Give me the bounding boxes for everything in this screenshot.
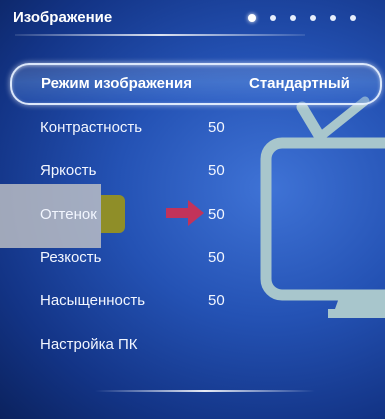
tv-icon xyxy=(260,96,385,318)
highlight-tab xyxy=(101,195,125,233)
sharpness-label: Резкость xyxy=(40,249,102,266)
page-dot-2[interactable] xyxy=(270,15,276,21)
brightness-value: 50 xyxy=(208,162,225,179)
brightness-label: Яркость xyxy=(40,162,97,179)
header: Изображение xyxy=(0,0,385,40)
menu-item-picture-mode[interactable]: Режим изображения Стандартный xyxy=(10,63,382,105)
pc-settings-label: Настройка ПК xyxy=(40,336,138,353)
page-title: Изображение xyxy=(13,9,113,26)
bottom-divider xyxy=(95,390,315,392)
header-divider xyxy=(15,34,305,36)
page-dot-5[interactable] xyxy=(330,15,336,21)
page-dot-4[interactable] xyxy=(310,15,316,21)
page-dot-3[interactable] xyxy=(290,15,296,21)
page-dot-1[interactable] xyxy=(248,14,256,22)
saturation-value: 50 xyxy=(208,292,225,309)
saturation-label: Насыщенность xyxy=(40,292,146,309)
tint-value: 50 xyxy=(208,206,225,223)
picture-mode-value: Стандартный xyxy=(249,75,350,92)
page-indicator xyxy=(248,14,356,22)
sharpness-value: 50 xyxy=(208,249,225,266)
contrast-value: 50 xyxy=(208,119,225,136)
page-dot-6[interactable] xyxy=(350,15,356,21)
contrast-label: Контрастность xyxy=(40,119,143,136)
picture-mode-label: Режим изображения xyxy=(41,75,192,92)
arrow-right-icon xyxy=(166,200,204,226)
tint-label: Оттенок xyxy=(40,206,97,223)
